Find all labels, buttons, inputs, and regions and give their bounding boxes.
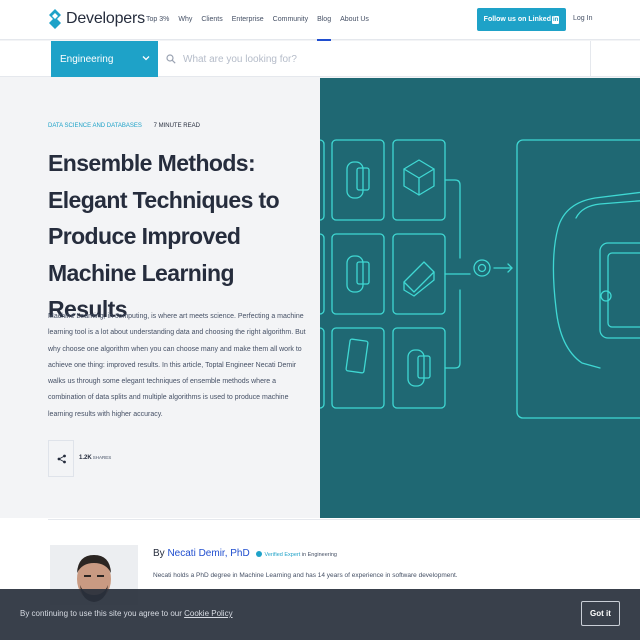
- nav-enterprise[interactable]: Enterprise: [232, 14, 264, 26]
- nav-why[interactable]: Why: [178, 14, 192, 26]
- article-summary: Machine Learning, in computing, is where…: [48, 313, 306, 418]
- share-count-label: SHARES: [92, 455, 112, 460]
- nav-blog[interactable]: Blog: [317, 14, 332, 41]
- search-bar: Engineering: [0, 41, 640, 77]
- search-divider: [590, 41, 591, 77]
- brand-name: Developers: [66, 10, 145, 27]
- category-dropdown[interactable]: Engineering: [51, 41, 158, 77]
- verified-badge: Verified Expert in Engineering: [256, 551, 337, 558]
- nav-clients[interactable]: Clients: [201, 14, 222, 26]
- brand-logo[interactable]: Developers: [49, 9, 145, 29]
- chevron-down-icon: [142, 56, 150, 61]
- main-nav: Top 3% Why Clients Enterprise Community …: [146, 14, 378, 41]
- author-divider: [48, 519, 640, 520]
- nav-top3[interactable]: Top 3%: [146, 14, 169, 26]
- toptal-logo-icon: [49, 9, 61, 29]
- cookie-policy-link[interactable]: Cookie Policy: [184, 609, 232, 618]
- search-input[interactable]: [183, 50, 583, 68]
- cookie-accept-button[interactable]: Got it: [581, 601, 620, 626]
- share-count: 1.2KSHARES: [79, 455, 111, 461]
- read-time: 7 MINUTE READ: [153, 123, 200, 129]
- ensemble-illustration-icon: [320, 139, 640, 419]
- verified-label: Verified Expert: [264, 552, 301, 558]
- author-name-link[interactable]: Necati Demir, PhD: [167, 548, 249, 559]
- linkedin-wordmark: Linked: [528, 16, 551, 23]
- follow-linkedin-button[interactable]: Follow us on Linked in: [477, 8, 566, 31]
- cookie-text: By continuing to use this site you agree…: [20, 609, 182, 618]
- nav-community[interactable]: Community: [273, 14, 308, 26]
- nav-about-us[interactable]: About Us: [340, 14, 369, 26]
- follow-label: Follow us on: [483, 16, 527, 23]
- verified-check-icon: [256, 551, 263, 557]
- category-value: Engineering: [60, 53, 114, 65]
- top-navigation: Developers Top 3% Why Clients Enterprise…: [0, 0, 640, 41]
- share-count-value: 1.2K: [79, 455, 92, 461]
- cookie-banner: By continuing to use this site you agree…: [0, 589, 640, 640]
- login-link[interactable]: Log In: [573, 15, 592, 22]
- article-category-link[interactable]: DATA SCIENCE AND DATABASES: [48, 123, 142, 129]
- verified-suffix: in Engineering: [301, 552, 337, 558]
- article-title: Ensemble Methods: Elegant Techniques to …: [48, 150, 280, 322]
- author-byline: By Necati Demir, PhD Verified Expert in …: [153, 548, 337, 559]
- linkedin-in-icon: in: [551, 15, 560, 24]
- byline-prefix: By: [153, 548, 165, 559]
- search-icon: [166, 54, 176, 64]
- share-button[interactable]: [48, 440, 74, 477]
- article-meta: DATA SCIENCE AND DATABASES 7 MINUTE READ: [48, 123, 200, 129]
- author-bio: Necati holds a PhD degree in Machine Lea…: [153, 572, 458, 579]
- cookie-message: By continuing to use this site you agree…: [20, 609, 233, 618]
- hero-illustration: [320, 78, 640, 518]
- share-icon: [57, 454, 66, 464]
